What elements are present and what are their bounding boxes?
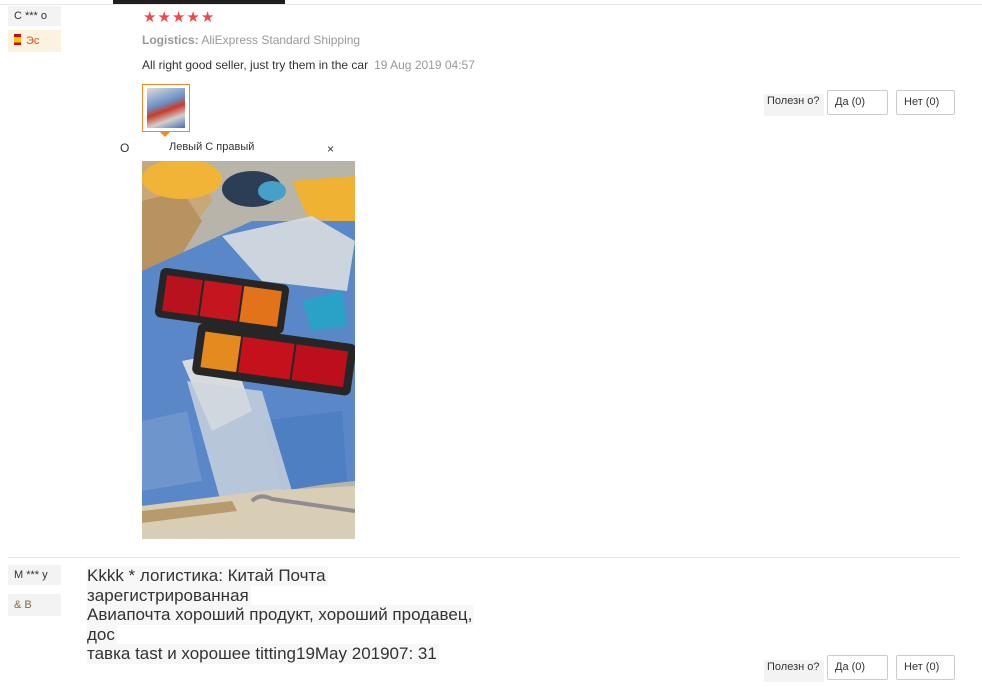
- close-icon[interactable]: ×: [327, 142, 334, 156]
- helpful-label: Полезн о?: [764, 660, 824, 682]
- reviewer-country: & B: [8, 594, 61, 616]
- review-text: Kkkk * логистика: Китай Почта зарегистри…: [87, 566, 592, 664]
- thumbnail-image: [147, 88, 185, 128]
- tail-lights-photo: [142, 161, 355, 539]
- image-caption: Левый С правый: [169, 141, 255, 153]
- thumbnail-caret: [159, 131, 171, 137]
- star-icon: ★: [186, 9, 200, 26]
- image-viewer-header: Левый С правый ×: [142, 138, 355, 161]
- review-line: зарегистрированная: [87, 585, 251, 605]
- reviewer-country: Эс: [8, 30, 61, 52]
- star-icon: ★: [171, 9, 186, 26]
- helpful-no-button[interactable]: Нет (0): [896, 90, 955, 115]
- photo-thumbnail[interactable]: [142, 84, 190, 137]
- logistics-value: AliExpress Standard Shipping: [201, 33, 361, 47]
- reviewer-name: M *** у: [8, 565, 61, 585]
- top-divider: [0, 4, 982, 5]
- image-letter: О: [120, 141, 130, 155]
- logistics-info: Logistics: AliExpress Standard Shipping: [142, 33, 360, 47]
- reviewer-name: С *** о: [8, 6, 61, 26]
- country-code: Эс: [26, 35, 40, 47]
- comment-text: All right good seller, just try them in …: [142, 58, 369, 72]
- review-line: Авиапочта хороший продукт, хороший прода…: [87, 605, 475, 625]
- star-icon: ★: [157, 9, 171, 26]
- star-rating: ★★★★★: [143, 9, 215, 26]
- review-line: дос: [87, 624, 117, 644]
- review-date: 19 Aug 2019 04:57: [374, 58, 475, 72]
- review-photo[interactable]: [142, 161, 355, 539]
- helpful-yes-button[interactable]: Да (0): [827, 655, 888, 680]
- review-line: тавка tast и хорошее titting19May 201907…: [87, 644, 439, 664]
- helpful-yes-button[interactable]: Да (0): [827, 90, 888, 115]
- review-line: Kkkk * логистика: Китай Почта: [87, 566, 328, 586]
- star-icon: ★: [200, 9, 215, 26]
- logistics-label: Logistics:: [142, 33, 199, 47]
- flag-icon: [14, 34, 21, 45]
- star-icon: ★: [143, 9, 157, 26]
- helpful-label: Полезн о?: [764, 94, 824, 116]
- review-divider: [8, 557, 960, 558]
- review-comment: All right good seller, just try them in …: [142, 58, 475, 72]
- helpful-no-button[interactable]: Нет (0): [896, 655, 955, 680]
